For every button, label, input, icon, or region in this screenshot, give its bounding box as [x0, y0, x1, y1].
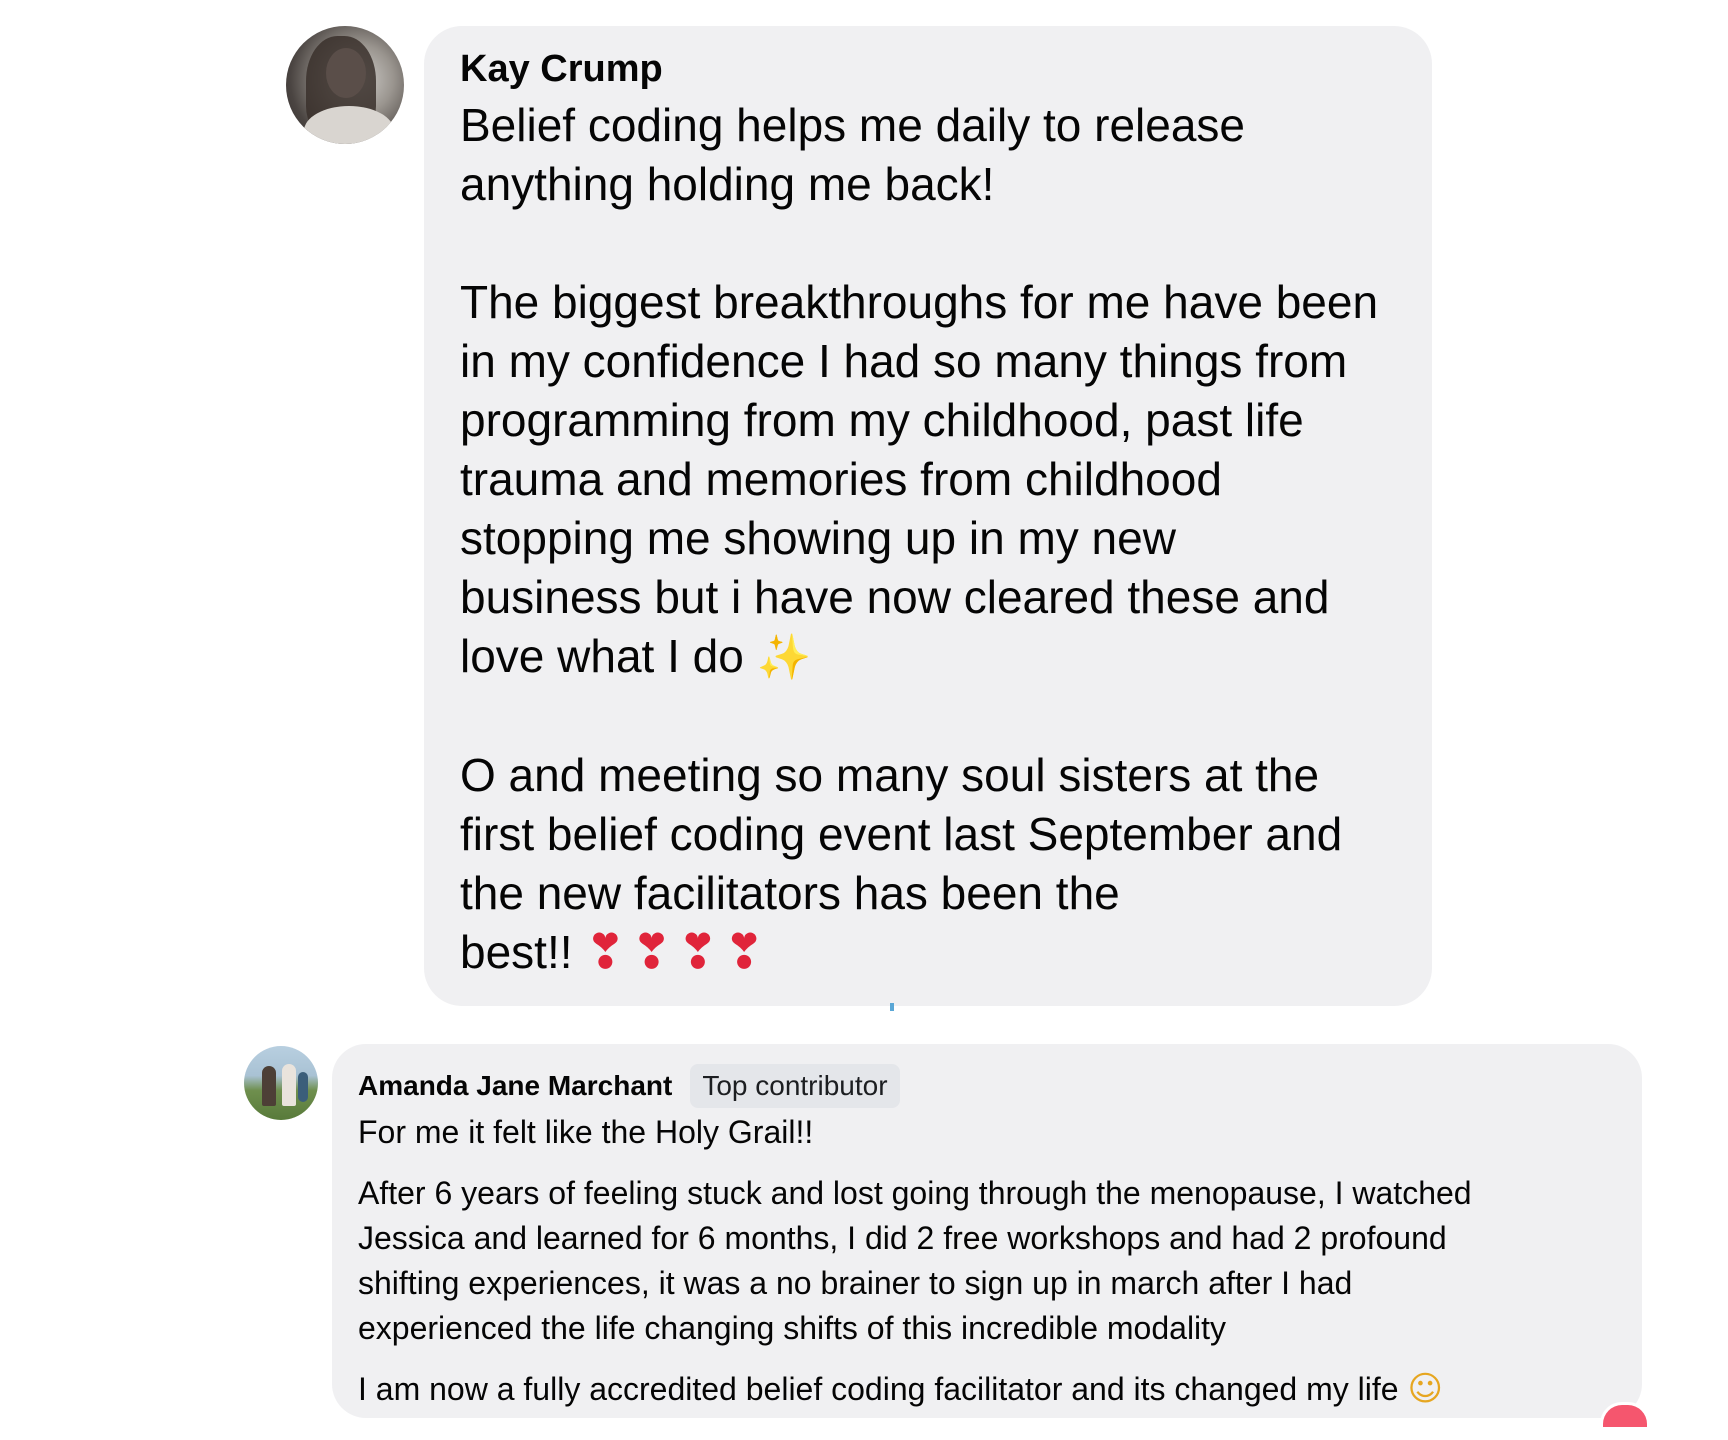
comment-author-name[interactable]: Amanda Jane Marchant [358, 1070, 672, 1102]
comment-author-name[interactable]: Kay Crump [460, 46, 1432, 92]
sparkles-emoji: ✨ [756, 632, 812, 683]
amanda-jane-marchant-avatar[interactable] [244, 1046, 318, 1120]
comment-paragraph: I am now a fully accredited belief codin… [358, 1369, 1443, 1409]
comment-paragraph: After 6 years of feeling stuck and lost … [358, 1175, 1472, 1346]
comment-paragraph: O and meeting so many soul sisters at th… [460, 749, 1343, 980]
divider-mark [890, 1003, 894, 1011]
comment-thread: Kay Crump Belief coding helps me daily t… [0, 0, 1728, 1440]
hearts-emoji: ❣❣❣❣ [585, 924, 771, 980]
comment-text: Belief coding helps me daily to release … [460, 96, 1432, 982]
comment-paragraph: For me it felt like the Holy Grail!! [358, 1114, 814, 1150]
kay-crump-avatar[interactable] [286, 26, 404, 144]
top-contributor-badge[interactable]: Top contributor [690, 1064, 900, 1108]
comment-paragraph: The biggest breakthroughs for me have be… [460, 276, 1379, 683]
heart-reaction-icon[interactable] [1600, 1402, 1650, 1427]
grinning-emoji: ☺ [1407, 1369, 1443, 1409]
kay-crump-comment-bubble: Kay Crump Belief coding helps me daily t… [424, 26, 1432, 1006]
amanda-comment-bubble: Amanda Jane Marchant Top contributor For… [332, 1044, 1642, 1418]
comment-paragraph: Belief coding helps me daily to release … [460, 99, 1246, 210]
comment-text: For me it felt like the Holy Grail!! Aft… [358, 1110, 1642, 1412]
comment-header: Amanda Jane Marchant Top contributor [358, 1064, 1642, 1108]
